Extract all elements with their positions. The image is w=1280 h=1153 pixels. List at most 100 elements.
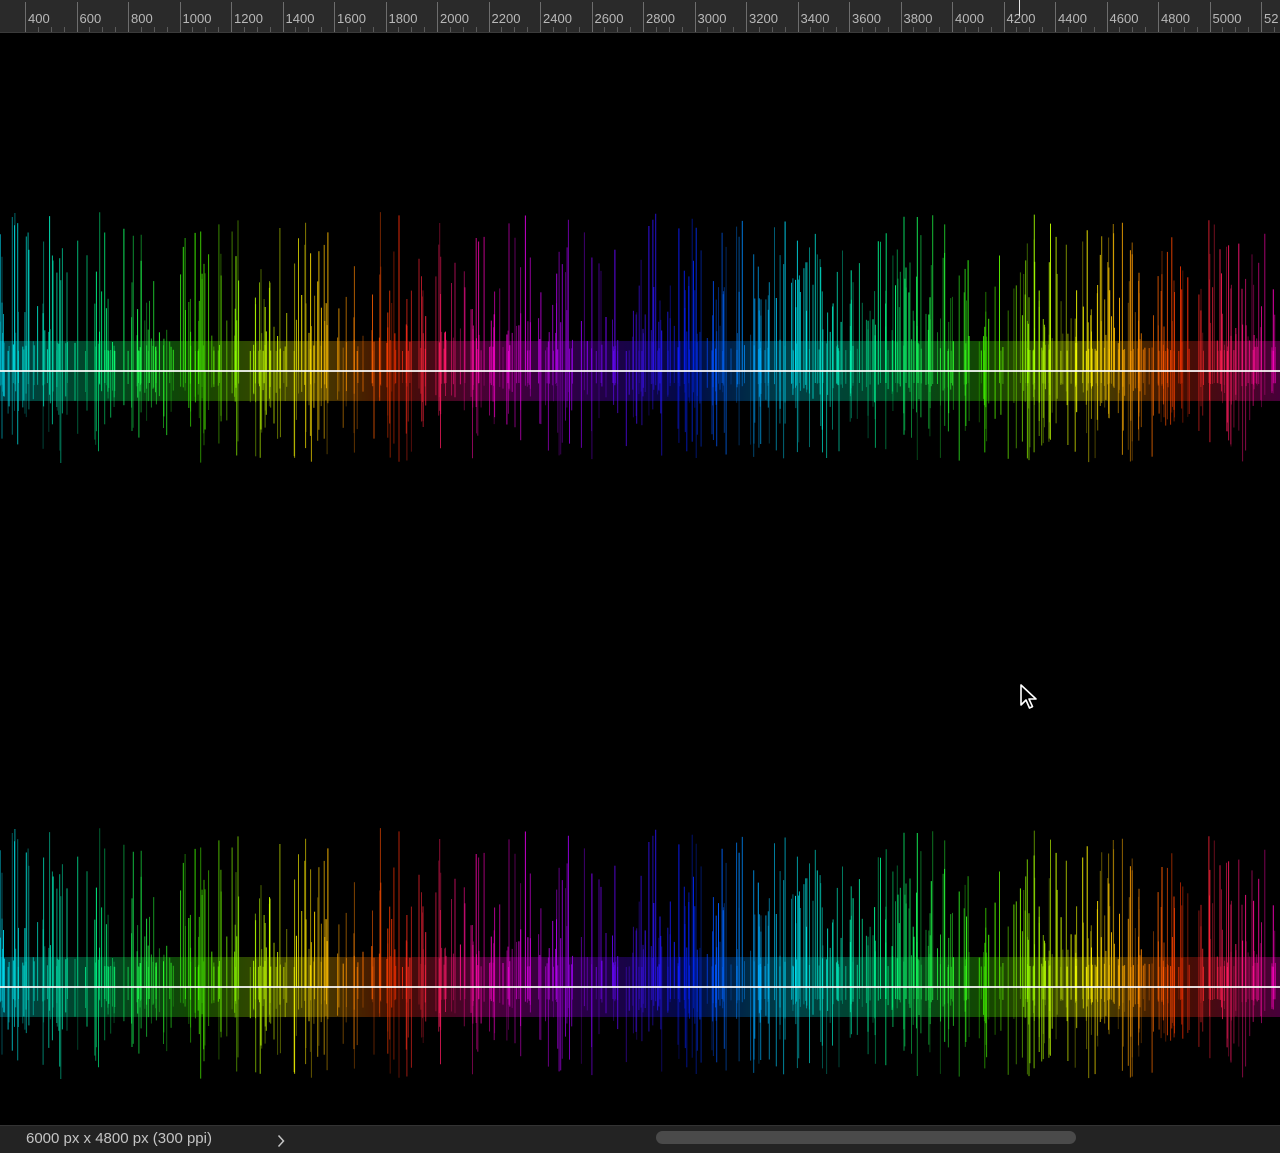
ruler-minor-tick [462, 27, 464, 32]
ruler-minor-tick [359, 27, 361, 32]
ruler-major-tick [76, 2, 78, 32]
ruler-minor-tick [720, 27, 722, 32]
horizontal-ruler[interactable]: 400 600 800 1000 1200 1400 1600 1800 2000 2200 240… [0, 0, 1280, 33]
ruler-minor-tick [243, 27, 245, 32]
ruler-major-tick [746, 2, 747, 32]
ruler-minor-tick [424, 27, 426, 32]
waveform-top [0, 212, 1280, 463]
ruler-minor-tick [578, 27, 580, 32]
ruler-major-tick [952, 2, 953, 32]
ruler-minor-tick [823, 27, 825, 32]
ruler-minor-tick [346, 27, 348, 32]
ruler-minor-tick [771, 27, 773, 32]
ruler-minor-tick [372, 27, 374, 32]
ruler-tick-label: 2800 [646, 11, 675, 26]
ruler-tick-label: 4400 [1058, 11, 1087, 26]
ruler-major-tick [1158, 2, 1159, 32]
ruler-minor-tick [1080, 27, 1082, 32]
ruler-minor-tick [1016, 27, 1018, 32]
ruler-minor-tick [166, 27, 168, 32]
ruler-minor-tick [1273, 27, 1275, 32]
ruler-tick-label: 3600 [852, 11, 881, 26]
ruler-minor-tick [630, 27, 632, 32]
ruler-major-tick [385, 2, 387, 32]
mouse-pointer-icon [1020, 684, 1037, 709]
ruler-major-tick [1003, 2, 1005, 32]
ruler-major-tick [25, 2, 26, 32]
ruler-tick-label: 1200 [234, 11, 263, 26]
ruler-minor-tick [1170, 27, 1172, 32]
ruler-minor-tick [1196, 27, 1198, 32]
ruler-tick-label: 2600 [594, 11, 624, 26]
ruler-major-tick [1261, 2, 1262, 32]
ruler-tick-label: 400 [28, 11, 50, 26]
ruler-tick-label: 4000 [955, 11, 984, 26]
ruler-major-tick [1106, 2, 1108, 32]
ruler-minor-tick [308, 27, 310, 32]
ruler-minor-tick [102, 27, 104, 32]
status-bar: 6000 px x 4800 px (300 ppi) [0, 1125, 1280, 1153]
ruler-minor-tick [192, 27, 194, 32]
ruler-minor-tick [964, 27, 966, 32]
ruler-major-tick [1209, 2, 1211, 32]
ruler-minor-tick [1132, 27, 1134, 32]
ruler-minor-tick [733, 27, 735, 32]
ruler-minor-tick [758, 27, 760, 32]
ruler-minor-tick [1145, 27, 1147, 32]
ruler-minor-tick [1248, 27, 1250, 32]
ruler-minor-tick [707, 27, 709, 32]
ruler-minor-tick [617, 27, 619, 32]
ruler-major-tick [334, 2, 335, 32]
ruler-minor-tick [140, 27, 142, 32]
ruler-minor-tick [449, 27, 451, 32]
horizontal-scrollbar-thumb[interactable] [656, 1131, 1076, 1144]
ruler-minor-tick [1183, 27, 1185, 32]
ruler-minor-tick [1093, 27, 1095, 32]
ruler-tick-label: 4800 [1161, 11, 1190, 26]
ruler-minor-tick [552, 27, 554, 32]
waveform-bottom [0, 828, 1280, 1079]
ruler-tick-label: 3200 [749, 11, 778, 26]
ruler-minor-tick [50, 27, 52, 32]
ruler-minor-tick [115, 27, 117, 32]
ruler-minor-tick [269, 27, 271, 32]
ruler-minor-tick [604, 27, 606, 32]
ruler-minor-tick [63, 27, 65, 32]
ruler-minor-tick [977, 27, 979, 32]
ruler-tick-label: 52 [1264, 11, 1279, 26]
ruler-major-tick [900, 2, 902, 32]
ruler-minor-tick [887, 27, 889, 32]
ruler-minor-tick [565, 27, 567, 32]
ruler-tick-label: 3400 [800, 11, 830, 26]
ruler-major-tick [437, 2, 438, 32]
ruler-major-tick [797, 2, 799, 32]
ruler-minor-tick [153, 27, 155, 32]
ruler-tick-label: 2200 [491, 11, 521, 26]
chevron-right-icon[interactable] [276, 1134, 286, 1148]
ruler-minor-tick [89, 27, 91, 32]
ruler-minor-tick [810, 27, 812, 32]
ruler-tick-label: 3800 [903, 11, 933, 26]
ruler-major-tick [488, 2, 490, 32]
ruler-minor-tick [926, 27, 928, 32]
ruler-minor-tick [398, 27, 400, 32]
document-canvas[interactable] [0, 33, 1280, 1125]
document-info: 6000 px x 4800 px (300 ppi) [26, 1130, 212, 1147]
ruler-minor-tick [939, 27, 941, 32]
ruler-tick-label: 5000 [1212, 11, 1242, 26]
ruler-minor-tick [861, 27, 863, 32]
ruler-minor-tick [668, 27, 670, 32]
ruler-major-tick [179, 2, 181, 32]
ruler-major-tick [849, 2, 850, 32]
ruler-minor-tick [874, 27, 876, 32]
ruler-minor-tick [514, 27, 516, 32]
ruler-minor-tick [1119, 27, 1121, 32]
ruler-major-tick [1055, 2, 1056, 32]
waveform-lines [0, 212, 1276, 463]
ruler-tick-label: 4200 [1006, 11, 1036, 26]
ruler-minor-tick [475, 27, 477, 32]
ruler-cursor-marker [1019, 0, 1020, 16]
ruler-minor-tick [681, 27, 683, 32]
waveform-lines [0, 828, 1276, 1079]
ruler-tick-label: 4600 [1109, 11, 1139, 26]
